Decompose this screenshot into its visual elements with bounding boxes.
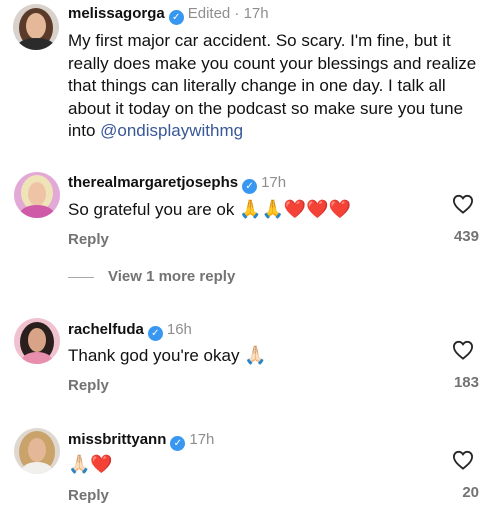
reply-button[interactable]: Reply [68,377,109,394]
post-username[interactable]: melissagorga [68,5,165,22]
reply-button[interactable]: Reply [68,487,109,504]
comment-username-row: rachelfuda ✓ 16h [68,321,192,341]
comment-text: 🙏🏻❤️ [68,454,113,475]
comment-username[interactable]: therealmargaretjosephs [68,174,238,191]
comment-body: Thank god you're okay [68,346,240,365]
comment-username-row: therealmargaretjosephs ✓ 17h [68,174,286,194]
caption-mention[interactable]: @ondisplaywithmg [100,121,243,140]
verified-badge-icon: ✓ [242,179,258,194]
avatar-therealmargaretjosephs[interactable] [14,172,60,218]
verified-badge-icon: ✓ [147,326,163,341]
comment-emojis: 🙏🏻 [244,345,267,366]
divider-line [68,276,94,278]
comment-username-row: missbrittyann ✓ 17h [68,431,214,451]
comment-text: So grateful you are ok 🙏🙏❤️❤️❤️ [68,199,351,220]
comment-text: Thank god you're okay 🙏🏻 [68,345,267,366]
verified-badge-icon: ✓ [170,436,186,451]
comment-username[interactable]: missbrittyann [68,431,166,448]
comment-username[interactable]: rachelfuda [68,321,144,338]
heart-outline-icon[interactable] [452,340,474,360]
like-count: 20 [462,484,479,501]
comment-time: 16h [166,321,192,338]
comment-time: 17h [189,431,215,448]
post-username-row: melissagorga ✓ Edited · 17h [68,5,269,25]
heart-outline-icon[interactable] [452,450,474,470]
avatar-rachelfuda[interactable] [14,318,60,364]
view-more-replies-button[interactable]: View 1 more reply [68,268,235,285]
post-caption: My first major car accident. So scary. I… [68,30,488,143]
like-count: 183 [453,374,479,391]
verified-badge-icon: ✓ [168,10,184,25]
comment-emojis: 🙏🏻❤️ [68,454,113,475]
comment-body: So grateful you are ok [68,200,235,219]
view-more-label: View 1 more reply [108,268,236,285]
comment-time: 17h [261,174,287,191]
post-meta: Edited · 17h [187,5,269,22]
avatar-missbrittyann[interactable] [14,428,60,474]
comment-emojis: 🙏🙏❤️❤️❤️ [239,199,352,220]
avatar-melissagorga[interactable] [13,4,59,50]
reply-button[interactable]: Reply [68,231,109,248]
heart-outline-icon[interactable] [452,194,474,214]
like-count: 439 [453,228,479,245]
